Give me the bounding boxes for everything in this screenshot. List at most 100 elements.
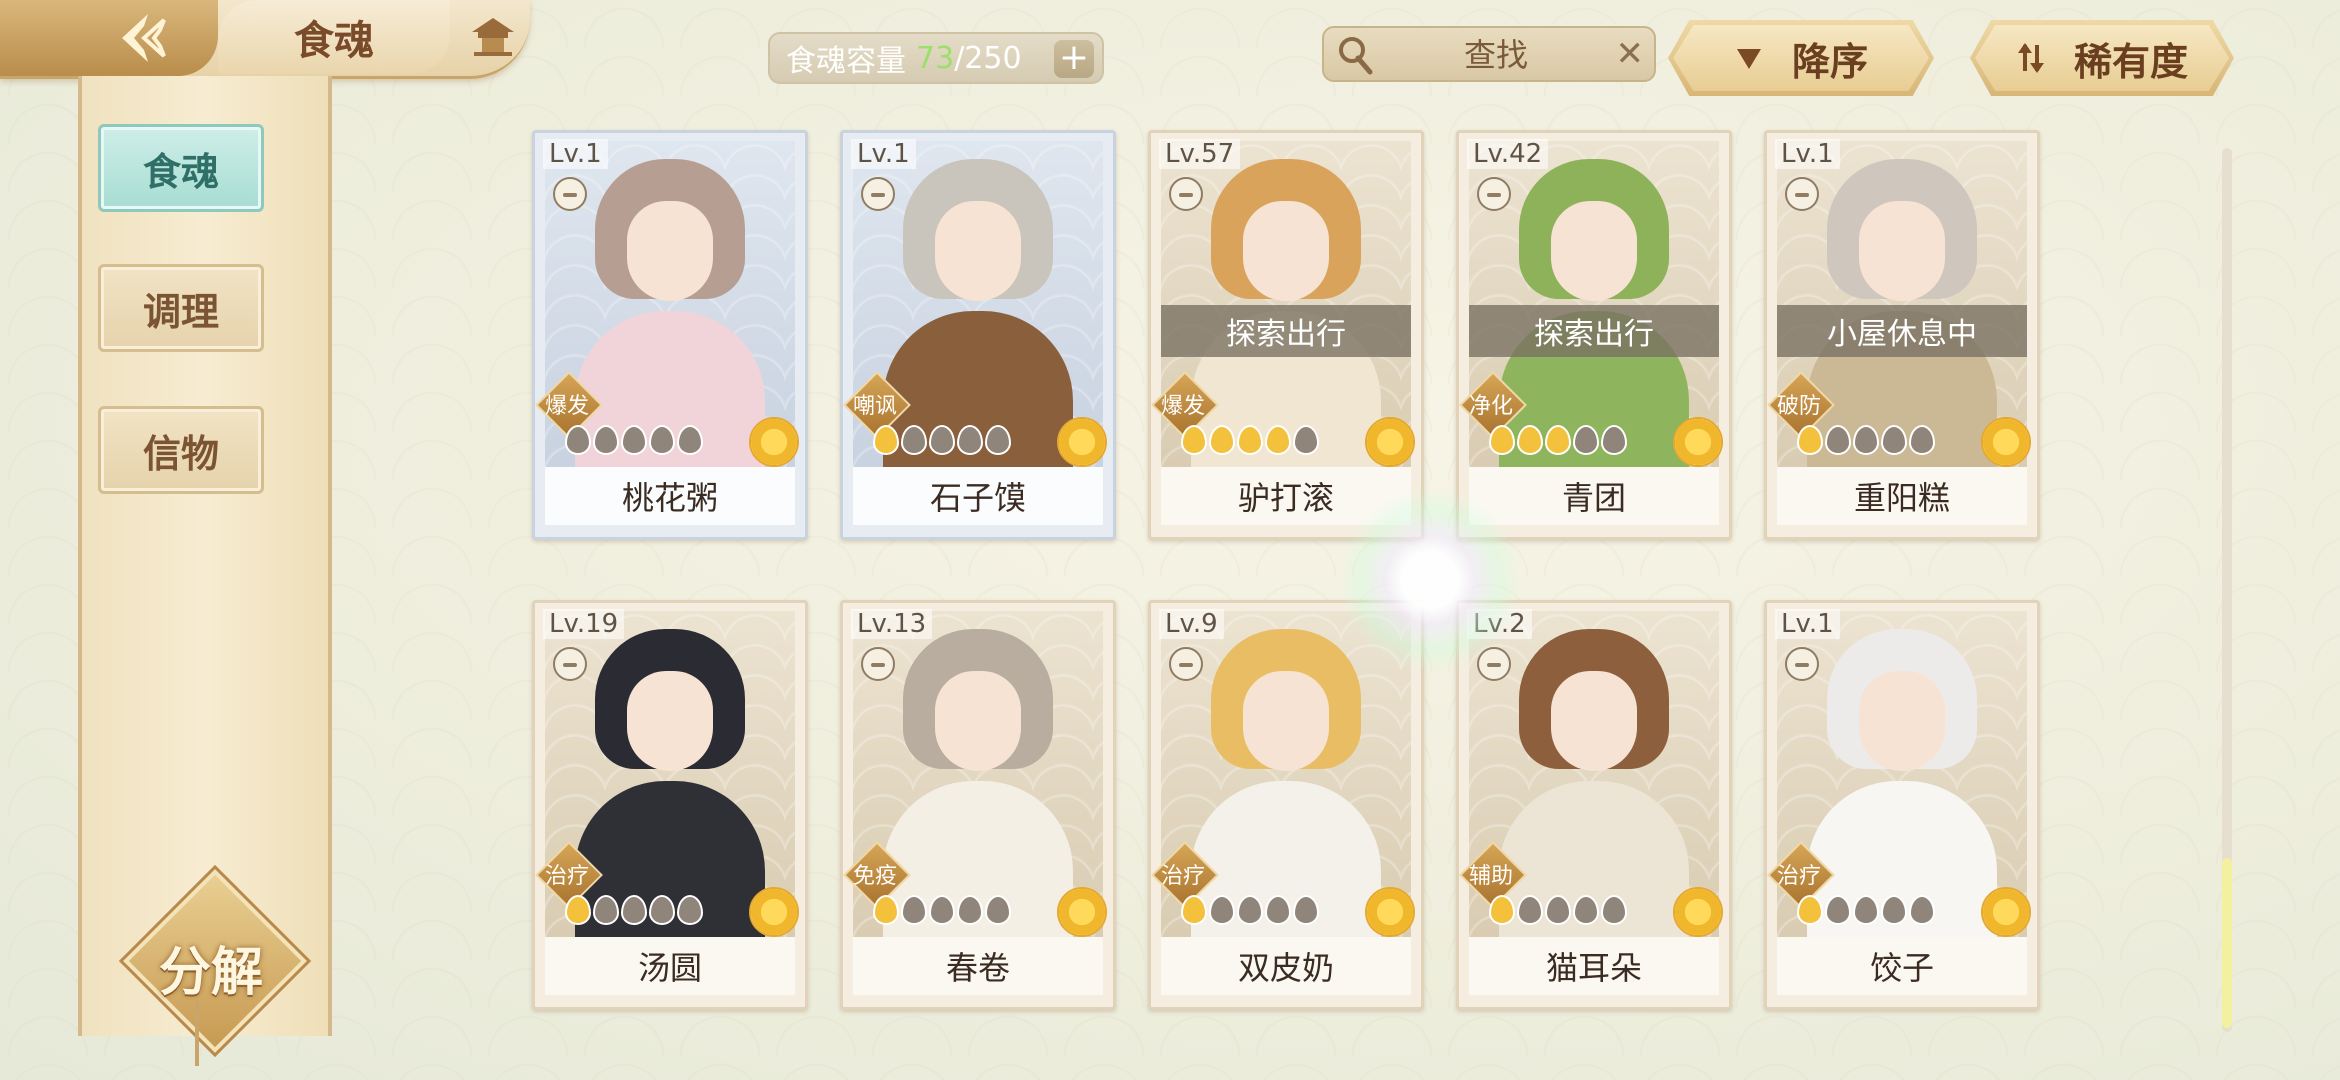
home-icon[interactable] (470, 14, 516, 58)
star-rating (1489, 425, 1627, 455)
star-icon (929, 895, 955, 925)
back-button[interactable] (0, 0, 218, 76)
card-level: Lv.57 (1159, 139, 1241, 169)
star-icon (929, 425, 955, 455)
search-input[interactable] (1384, 32, 1608, 78)
food-soul-card[interactable]: Lv.1 嘲讽 石子馍 (840, 130, 1116, 540)
sort-order-button[interactable]: 降序 (1668, 20, 1934, 96)
star-icon (1573, 895, 1599, 925)
card-level: Lv.1 (543, 139, 608, 169)
rarity-flower-icon (1365, 417, 1415, 467)
food-soul-card[interactable]: Lv.57 探索出行爆发驴打滚 (1148, 130, 1424, 540)
clear-icon[interactable]: ✕ (1616, 36, 1645, 72)
card-name: 汤圆 (545, 937, 795, 995)
star-rating (1797, 425, 1935, 455)
tab-food-soul[interactable]: 食魂 (98, 124, 264, 212)
star-icon (1293, 425, 1319, 455)
card-level: Lv.1 (1775, 139, 1840, 169)
card-level: Lv.2 (1467, 609, 1532, 639)
capacity-add-button[interactable]: + (1054, 40, 1094, 78)
rarity-flower-icon (749, 417, 799, 467)
star-icon (873, 425, 899, 455)
dish-icon (1477, 647, 1511, 681)
star-icon (1517, 895, 1543, 925)
tab-cooking[interactable]: 调理 (98, 264, 264, 352)
star-icon (1517, 425, 1543, 455)
star-icon (1237, 425, 1263, 455)
star-rating (1181, 425, 1319, 455)
star-icon (1545, 425, 1571, 455)
card-status: 探索出行 (1161, 305, 1411, 357)
star-icon (1489, 895, 1515, 925)
role-badge: 爆发 (1151, 371, 1219, 439)
tab-tokens[interactable]: 信物 (98, 406, 264, 494)
star-icon (677, 425, 703, 455)
card-level: Lv.19 (543, 609, 625, 639)
scrollbar-thumb[interactable] (2222, 858, 2232, 1028)
food-soul-card[interactable]: Lv.1 爆发桃花粥 (532, 130, 808, 540)
rarity-flower-icon (1057, 887, 1107, 937)
decompose-label: 分解 (158, 943, 263, 1003)
sidebar-tassel (195, 1000, 199, 1066)
rarity-flower-icon (1057, 417, 1107, 467)
scrollbar-track[interactable] (2222, 148, 2232, 1032)
star-icon (1853, 895, 1879, 925)
card-name: 桃花粥 (545, 467, 795, 525)
star-icon (1881, 895, 1907, 925)
search-icon (1339, 37, 1373, 75)
role-badge: 爆发 (535, 371, 603, 439)
food-soul-card[interactable]: Lv.1 治疗 饺子 (1764, 600, 2040, 1010)
role-label: 爆发 (544, 394, 589, 419)
rarity-flower-icon (1673, 417, 1723, 467)
role-badge: 治疗 (535, 841, 603, 909)
star-icon (901, 425, 927, 455)
star-icon (873, 895, 899, 925)
rarity-sort-label: 稀有度 (2073, 39, 2188, 84)
dish-icon (861, 647, 895, 681)
star-icon (1909, 425, 1935, 455)
star-icon (565, 895, 591, 925)
star-rating (565, 895, 703, 925)
dish-icon (1785, 177, 1819, 211)
food-soul-card[interactable]: Lv.19 治疗汤圆 (532, 600, 808, 1010)
role-label: 治疗 (544, 864, 589, 889)
star-icon (1265, 895, 1291, 925)
card-level: Lv.42 (1467, 139, 1549, 169)
star-icon (1181, 425, 1207, 455)
role-badge: 治疗 (1151, 841, 1219, 909)
food-soul-card[interactable]: Lv.1 小屋休息中破防重阳糕 (1764, 130, 2040, 540)
star-icon (985, 895, 1011, 925)
star-icon (957, 425, 983, 455)
star-icon (1265, 425, 1291, 455)
star-icon (1573, 425, 1599, 455)
rarity-sort-button[interactable]: 稀有度 (1970, 20, 2234, 96)
card-name: 猫耳朵 (1469, 937, 1719, 995)
role-label: 破防 (1776, 394, 1821, 419)
star-icon (1881, 425, 1907, 455)
role-label: 嘲讽 (852, 394, 897, 419)
decompose-button[interactable]: 分解 (123, 869, 307, 1053)
dish-icon (1169, 177, 1203, 211)
card-name: 驴打滚 (1161, 467, 1411, 525)
page-title: 食魂 (218, 0, 450, 74)
star-icon (1293, 895, 1319, 925)
star-icon (649, 425, 675, 455)
card-name: 重阳糕 (1777, 467, 2027, 525)
card-status: 小屋休息中 (1777, 305, 2027, 357)
food-soul-card[interactable]: Lv.13 免疫 春卷 (840, 600, 1116, 1010)
role-label: 辅助 (1468, 864, 1513, 889)
star-icon (1909, 895, 1935, 925)
food-soul-card[interactable]: Lv.9 治疗 双皮奶 (1148, 600, 1424, 1010)
star-icon (1237, 895, 1263, 925)
dish-icon (1477, 177, 1511, 211)
star-rating (1181, 895, 1319, 925)
food-soul-card[interactable]: Lv.42 探索出行 净化 青团 (1456, 130, 1732, 540)
sort-order-label: 降序 (1791, 39, 1868, 84)
star-icon (1825, 425, 1851, 455)
card-level: Lv.1 (1775, 609, 1840, 639)
dish-icon (553, 647, 587, 681)
search-box[interactable]: ✕ (1322, 26, 1656, 82)
card-name: 饺子 (1777, 937, 2027, 995)
food-soul-card[interactable]: Lv.2 辅助猫耳朵 (1456, 600, 1732, 1010)
rarity-flower-icon (749, 887, 799, 937)
